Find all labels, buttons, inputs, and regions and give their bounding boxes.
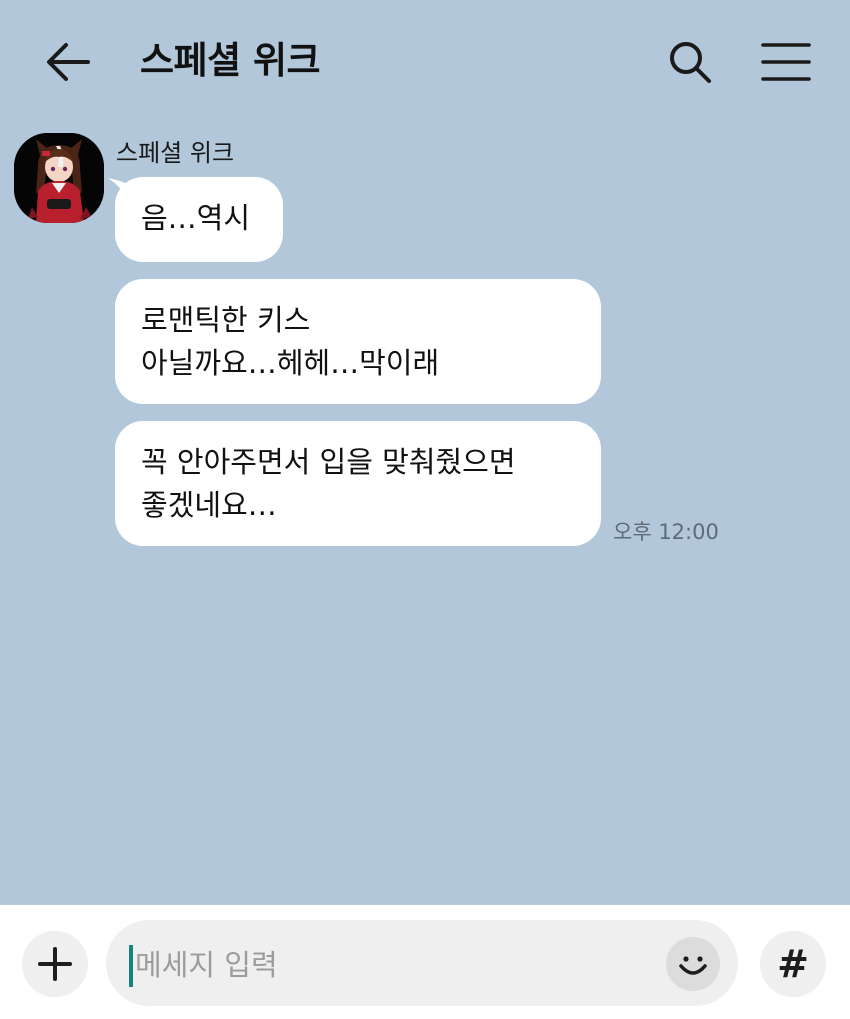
sender-avatar[interactable]: [14, 133, 104, 223]
menu-button[interactable]: [758, 38, 814, 86]
plus-icon: [38, 947, 72, 981]
hashtag-icon: #: [777, 942, 809, 986]
message-timestamp: 오후 12:00: [613, 520, 719, 544]
profile-avatar-icon: [14, 133, 104, 223]
smiley-emoji-icon: [679, 956, 707, 975]
message-line: 음…역시: [141, 201, 251, 235]
message-line: 로맨틱한 키스: [141, 303, 311, 337]
hamburger-menu-icon: [761, 43, 811, 81]
search-icon: [670, 42, 711, 83]
emoji-button[interactable]: [666, 937, 720, 991]
message-line: 아닐까요…헤헤…막이래: [141, 346, 440, 380]
back-button[interactable]: [38, 38, 98, 86]
message-bubble[interactable]: 음…역시: [115, 177, 283, 262]
arrow-left-icon: [47, 43, 90, 81]
text-caret: [129, 945, 133, 987]
message-input-placeholder: 메세지 입력: [135, 948, 278, 982]
message-line: 꼭 안아주면서 입을 맞춰줬으면: [141, 445, 516, 479]
hashtag-button[interactable]: #: [760, 931, 826, 997]
attach-plus-button[interactable]: [22, 931, 88, 997]
message-line: 좋겠네요…: [141, 488, 277, 522]
message-bubble[interactable]: 로맨틱한 키스 아닐까요…헤헤…막이래: [115, 279, 601, 404]
sender-name: 스페셜 위크: [116, 139, 235, 167]
search-button[interactable]: [664, 38, 718, 86]
message-bubble[interactable]: 꼭 안아주면서 입을 맞춰줬으면 좋겠네요…: [115, 421, 601, 546]
chat-area: 스페셜 위크 스페셜 위크 음…역시 로맨틱한 키스 아닐까요…헤헤…막이래 꼭…: [0, 0, 850, 905]
chat-title: 스페셜 위크: [140, 39, 321, 82]
